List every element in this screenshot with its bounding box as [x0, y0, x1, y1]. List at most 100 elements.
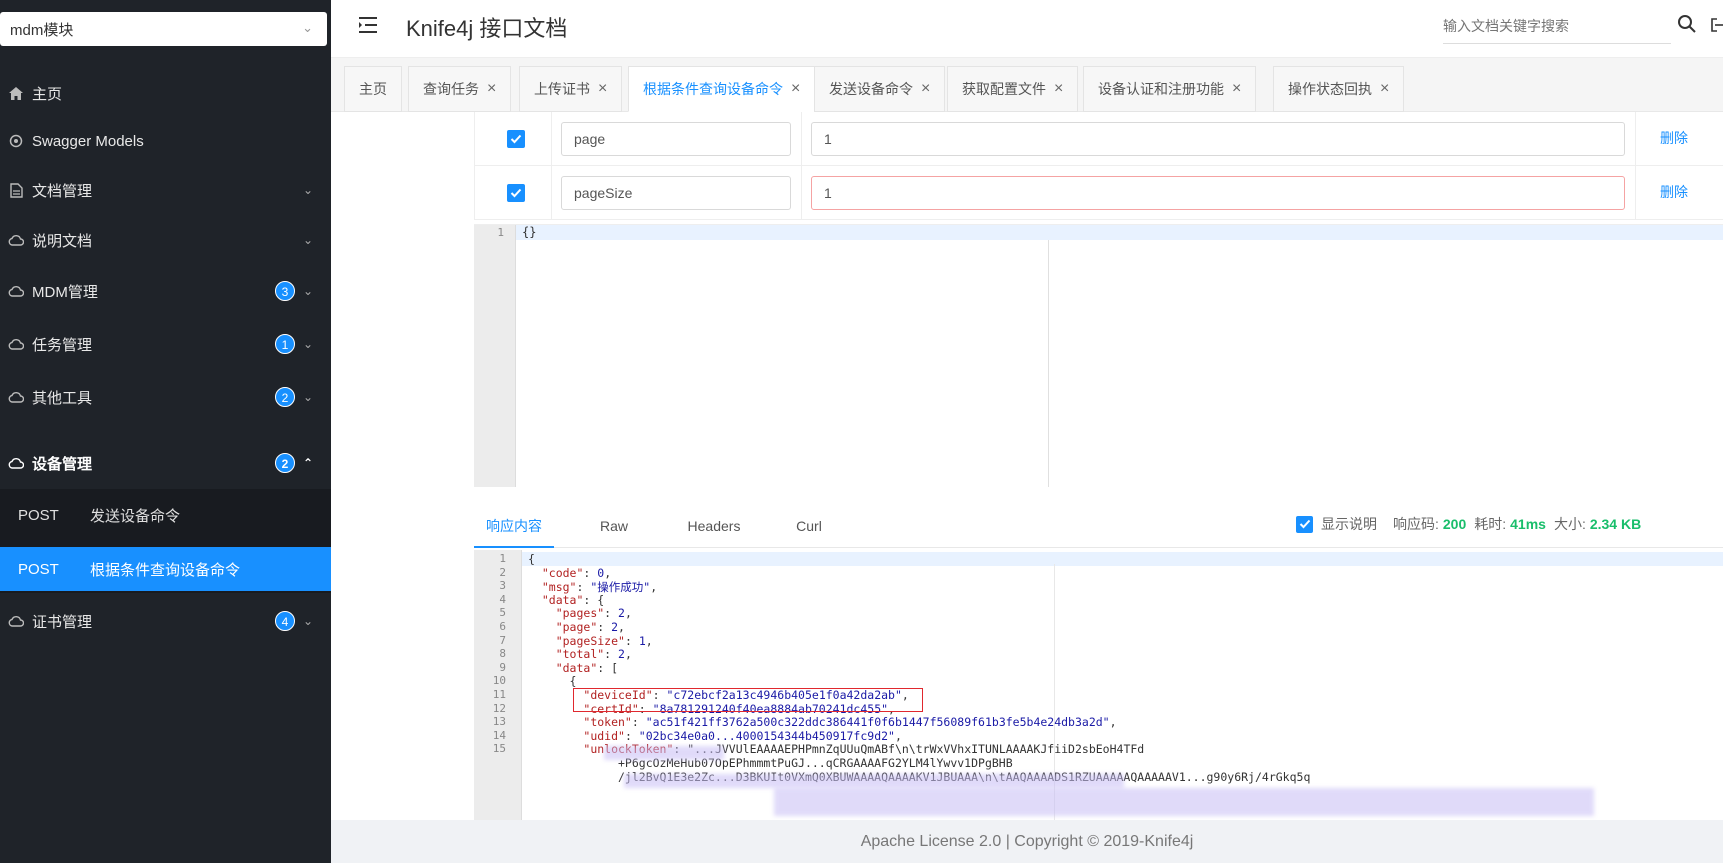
tab-get-config[interactable]: 获取配置文件 × — [947, 66, 1079, 112]
sidebar-item-label: 任务管理 — [32, 336, 93, 354]
sidebar-item-mdm[interactable]: MDM管理 3 ⌄ — [0, 265, 331, 317]
http-method: POST — [18, 506, 59, 524]
size-label: 大小: — [1553, 516, 1586, 532]
cloud-icon — [6, 335, 26, 353]
menu-toggle-icon[interactable] — [357, 14, 379, 36]
tab-response-content[interactable]: 响应内容 — [474, 508, 554, 548]
line-number: 15 — [492, 742, 506, 756]
json-line: "data": [ — [555, 660, 619, 675]
response-editor[interactable]: 1 2 3 4 5 6 7 8 9 10 11 12 13 14 15 { "code": 0, "msg"… — [474, 550, 1723, 820]
close-icon[interactable]: × — [791, 80, 800, 98]
header: Knife4j 接口文档 — [331, 0, 1723, 58]
search-icon[interactable] — [1677, 14, 1697, 34]
count-badge: 3 — [275, 281, 295, 301]
sidebar-item-docs[interactable]: 文档管理 ⌄ — [0, 164, 331, 216]
search-box[interactable] — [1443, 12, 1671, 44]
json-line: "token": "ac51f421ff3762a500c322ddc38644… — [583, 715, 1117, 730]
sidebar-subitem-label: 发送设备命令 — [90, 507, 181, 525]
sidebar-subitem-query-command[interactable]: POST 根据条件查询设备命令 — [0, 547, 331, 591]
sidebar-item-tasks[interactable]: 任务管理 1 ⌄ — [0, 318, 331, 370]
line-number: 7 — [499, 633, 506, 647]
sidebar-item-label: 证书管理 — [32, 613, 93, 631]
tab-device-auth[interactable]: 设备认证和注册功能 × — [1083, 66, 1257, 112]
param-name-input[interactable] — [561, 122, 791, 156]
sidebar-item-certs[interactable]: 证书管理 4 ⌄ — [0, 595, 331, 647]
count-badge: 1 — [275, 334, 295, 354]
json-line: "total": 2, — [555, 647, 632, 662]
param-name-input[interactable] — [561, 176, 791, 210]
response-tabs: 响应内容 Raw Headers Curl 显示说明 响应码: 200 耗时: … — [474, 508, 1723, 548]
tab-home[interactable]: 主页 — [344, 66, 402, 112]
sidebar-item-swagger-models[interactable]: Swagger Models — [0, 115, 331, 167]
sidebar-item-home[interactable]: 主页 — [0, 67, 331, 119]
close-icon[interactable]: × — [487, 80, 496, 98]
cloud-icon — [6, 454, 26, 472]
search-input[interactable] — [1443, 12, 1671, 40]
param-checkbox[interactable] — [507, 130, 525, 148]
param-value-input[interactable] — [811, 122, 1625, 156]
code-content: {} — [522, 225, 537, 239]
show-desc-label: 显示说明 — [1321, 516, 1377, 532]
doc-icon — [6, 181, 26, 199]
tab-query-tasks[interactable]: 查询任务 × — [408, 66, 512, 112]
models-icon — [6, 132, 26, 150]
line-number: 6 — [499, 620, 506, 633]
http-method: POST — [18, 560, 59, 578]
close-icon[interactable]: × — [1232, 80, 1241, 98]
tab-raw[interactable]: Raw — [584, 508, 644, 548]
home-icon — [6, 84, 26, 102]
tab-label: 查询任务 — [423, 81, 479, 97]
sidebar: mdm模块 ⌄ 主页 Swagger Models 文档管理 ⌄ 说明文档 ⌄ … — [0, 0, 331, 863]
close-icon[interactable]: × — [921, 80, 930, 98]
show-desc-checkbox[interactable] — [1296, 515, 1313, 533]
json-line: "udid": "02bc34e0a0...4000154344b450917f… — [583, 728, 902, 743]
column-divider — [551, 166, 552, 220]
sidebar-item-label: 主页 — [32, 85, 63, 103]
tab-headers[interactable]: Headers — [674, 508, 754, 548]
line-number: 9 — [499, 660, 506, 674]
delete-link[interactable]: 删除 — [1660, 182, 1688, 202]
json-line: "pageSize": 1, — [555, 633, 653, 648]
editor-divider — [1048, 240, 1049, 487]
tab-curl[interactable]: Curl — [779, 508, 839, 548]
param-row: 删除 — [475, 112, 1723, 166]
delete-link[interactable]: 删除 — [1660, 128, 1688, 148]
param-checkbox[interactable] — [507, 184, 525, 202]
close-icon[interactable]: × — [598, 80, 607, 98]
tab-status-receipt[interactable]: 操作状态回执 × — [1273, 66, 1405, 112]
param-row: 删除 — [475, 166, 1723, 220]
time-label: 耗时: — [1474, 516, 1507, 532]
request-body-editor[interactable]: 1 {} — [474, 224, 1723, 487]
tab-label: 根据条件查询设备命令 — [643, 81, 783, 97]
tab-send-command[interactable]: 发送设备命令 × — [814, 66, 946, 112]
line-number: 12 — [492, 701, 506, 715]
redaction-blur — [604, 746, 724, 760]
json-line: +P6gcOzMeHub07OpEPhmmmtPuGJ...qCRGAAAAFG… — [528, 756, 1013, 770]
cloud-icon — [6, 282, 26, 300]
module-select[interactable]: mdm模块 ⌄ — [0, 12, 327, 46]
cloud-icon — [6, 388, 26, 406]
close-icon[interactable]: × — [1054, 80, 1063, 98]
cloud-icon — [6, 231, 26, 249]
sidebar-item-description[interactable]: 说明文档 ⌄ — [0, 214, 331, 266]
sidebar-item-tools[interactable]: 其他工具 2 ⌄ — [0, 371, 331, 423]
fullscreen-icon[interactable] — [1711, 18, 1723, 32]
chevron-down-icon: ⌄ — [302, 20, 313, 35]
tab-label: 主页 — [359, 81, 387, 97]
close-icon[interactable]: × — [1380, 80, 1389, 98]
sidebar-item-label: 设备管理 — [32, 455, 93, 473]
sidebar-subitem-label: 根据条件查询设备命令 — [90, 561, 241, 579]
param-value-input[interactable] — [811, 176, 1625, 210]
tab-upload-cert[interactable]: 上传证书 × — [519, 66, 623, 112]
line-number: 3 — [499, 579, 506, 593]
line-number: 1 — [499, 552, 506, 565]
editor-gutter: 1 — [474, 225, 516, 487]
line-number: 11 — [492, 688, 506, 701]
tab-query-command[interactable]: 根据条件查询设备命令 × — [628, 66, 816, 112]
sidebar-item-devices[interactable]: 设备管理 2 ⌃ — [0, 437, 331, 489]
sidebar-subitem-send-command[interactable]: POST 发送设备命令 — [0, 493, 331, 537]
param-table: 删除 删除 — [474, 112, 1723, 220]
count-badge: 2 — [275, 453, 295, 473]
tab-label: 操作状态回执 — [1288, 81, 1372, 97]
column-divider — [551, 112, 552, 166]
